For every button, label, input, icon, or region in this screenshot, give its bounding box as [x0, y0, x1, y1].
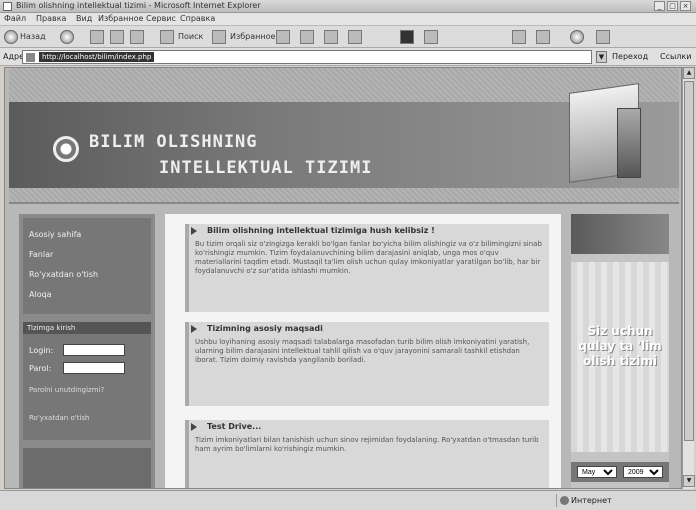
- search-button[interactable]: Поиск: [178, 29, 203, 44]
- maximize-button[interactable]: □: [667, 1, 678, 11]
- address-input[interactable]: http://localhost/bilim/index.php: [22, 50, 592, 64]
- close-button[interactable]: ×: [680, 1, 691, 11]
- section-title: Bilim olishning intellektual tizimiga hu…: [207, 226, 435, 235]
- address-bar: Адрес http://localhost/bilim/index.php ▼…: [0, 48, 696, 66]
- stop-icon[interactable]: [90, 30, 104, 44]
- calendar-selector: May 2009: [571, 462, 669, 482]
- menu-tools[interactable]: Сервис: [146, 14, 176, 23]
- scroll-thumb[interactable]: [684, 81, 694, 441]
- section-title: Tizimning asosiy maqsadi: [207, 324, 323, 333]
- research-icon[interactable]: [570, 30, 584, 44]
- sidebar-item-subjects[interactable]: Fanlar: [29, 250, 53, 259]
- discuss-icon[interactable]: [536, 30, 550, 44]
- forgot-password-link[interactable]: Parolni unutdingizmi?: [29, 386, 104, 394]
- refresh-icon[interactable]: [110, 30, 124, 44]
- logo-ring-icon: [53, 136, 79, 162]
- login-title: Tizimga kirish: [23, 322, 151, 334]
- bullet-arrow-icon: [191, 227, 197, 235]
- sidebar-item-contact[interactable]: Aloqa: [29, 290, 52, 299]
- left-sidebar: Asosiy sahifa Fanlar Ro'yxatdan o'tish A…: [19, 214, 155, 488]
- section-text: Bu tizim orqali siz o'zingizga kerakli b…: [195, 240, 542, 275]
- register-link[interactable]: Ro'yxatdan o'tish: [29, 414, 89, 422]
- home-icon[interactable]: [130, 30, 144, 44]
- sidebar-item-register[interactable]: Ro'yxatdan o'tish: [29, 270, 98, 279]
- page-viewport: BILIM OLISHNING INTELLEKTUAL TIZIMI Asos…: [4, 67, 682, 489]
- main-content: Bilim olishning intellektual tizimiga hu…: [165, 214, 561, 488]
- title-bar: Bilim olishning intellektual tizimi - Mi…: [0, 0, 696, 13]
- vertical-scrollbar[interactable]: ▲ ▼: [682, 67, 695, 489]
- year-select[interactable]: 2009: [623, 466, 663, 478]
- history-icon[interactable]: [300, 30, 314, 44]
- scroll-down-icon[interactable]: ▼: [683, 475, 695, 487]
- menu-favorites[interactable]: Избранное: [98, 14, 143, 23]
- messenger-icon[interactable]: [424, 30, 438, 44]
- scroll-up-icon[interactable]: ▲: [683, 67, 695, 79]
- section-test-drive: Test Drive... Tizim imkoniyatlari bilan …: [185, 420, 549, 488]
- links-button[interactable]: Ссылки: [660, 52, 691, 61]
- right-sidebar: Siz uchun qulay ta 'lim olish tizimi May…: [571, 214, 669, 488]
- bullet-arrow-icon: [191, 423, 197, 431]
- menu-edit[interactable]: Правка: [36, 14, 66, 23]
- media-icon[interactable]: [276, 30, 290, 44]
- favorites-button[interactable]: Избранное: [230, 29, 275, 44]
- computer-tower-image: [617, 108, 641, 178]
- security-zone: Интернет: [556, 494, 676, 507]
- login-panel: Tizimga kirish Login: Parol: Parolni unu…: [23, 322, 151, 440]
- sidebar-menu: Asosiy sahifa Fanlar Ro'yxatdan o'tish A…: [23, 218, 151, 314]
- window-title: Bilim olishning intellektual tizimi - Mi…: [16, 1, 261, 10]
- toolbar: Назад Поиск Избранное: [0, 26, 696, 48]
- ie-icon: [3, 2, 12, 11]
- login-label: Login:: [29, 346, 54, 355]
- login-input[interactable]: [63, 344, 125, 356]
- menu-file[interactable]: Файл: [4, 14, 26, 23]
- header-title-line1: BILIM OLISHNING: [89, 132, 258, 152]
- site-header: BILIM OLISHNING INTELLEKTUAL TIZIMI: [9, 68, 679, 204]
- password-label: Parol:: [29, 364, 52, 373]
- word-icon[interactable]: [400, 30, 414, 44]
- header-title-line2: INTELLEKTUAL TIZIMI: [159, 158, 373, 178]
- promo-banner: Siz uchun qulay ta 'lim olish tizimi: [571, 262, 669, 452]
- edit-icon[interactable]: [512, 30, 526, 44]
- go-button[interactable]: Переход: [612, 52, 648, 61]
- sidebar-footer: [23, 448, 151, 488]
- browser-window: Bilim olishning intellektual tizimi - Mi…: [0, 0, 696, 510]
- bullet-arrow-icon: [191, 325, 197, 333]
- password-input[interactable]: [63, 362, 125, 374]
- promo-text: Siz uchun qulay ta 'lim olish tizimi: [578, 324, 662, 368]
- favorites-star-icon[interactable]: [212, 30, 226, 44]
- forward-arrow-icon[interactable]: [60, 30, 74, 44]
- address-dropdown-icon[interactable]: ▼: [596, 51, 607, 63]
- search-icon[interactable]: [160, 30, 174, 44]
- address-url[interactable]: http://localhost/bilim/index.php: [39, 52, 155, 62]
- section-text: Tizim imkoniyatlari bilan tanishish uchu…: [195, 436, 539, 453]
- menu-view[interactable]: Вид: [76, 14, 92, 23]
- page-icon: [26, 53, 35, 62]
- mail-icon[interactable]: [324, 30, 338, 44]
- section-text: Ushbu loyihaning asosiy maqsadi talabala…: [195, 338, 530, 364]
- print-icon[interactable]: [348, 30, 362, 44]
- section-title: Test Drive...: [207, 422, 262, 431]
- minimize-button[interactable]: _: [654, 1, 665, 11]
- section-goal: Tizimning asosiy maqsadi Ushbu loyihanin…: [185, 322, 549, 406]
- back-button[interactable]: Назад: [20, 29, 46, 44]
- menu-help[interactable]: Справка: [180, 14, 215, 23]
- back-arrow-icon[interactable]: [4, 30, 18, 44]
- right-banner: [571, 214, 669, 254]
- month-select[interactable]: May: [577, 466, 617, 478]
- menu-bar: Файл Правка Вид Избранное Сервис Справка: [0, 13, 696, 26]
- sidebar-item-home[interactable]: Asosiy sahifa: [29, 230, 81, 239]
- translate-icon[interactable]: [596, 30, 610, 44]
- section-welcome: Bilim olishning intellektual tizimiga hu…: [185, 224, 549, 312]
- status-bar: Интернет: [0, 490, 696, 510]
